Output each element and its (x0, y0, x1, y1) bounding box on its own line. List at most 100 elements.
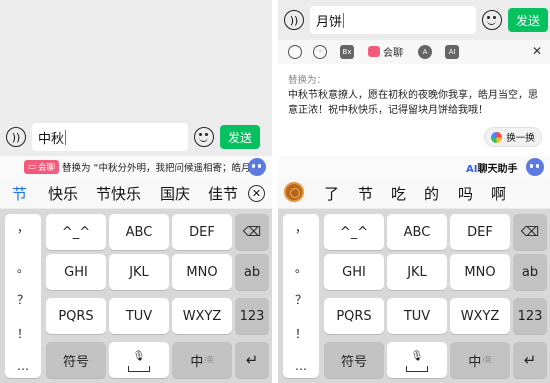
candidate-item[interactable]: 国庆 (160, 183, 190, 204)
card-suggestion[interactable]: 中秋节秋意撩人，愿在初秋的夜晚你我享，皓月当空，思意正浓！祝中秋快乐，记得留块月… (288, 88, 540, 118)
punct-key[interactable]: ， (283, 219, 319, 236)
key-emoticon[interactable]: ^_^ (46, 214, 106, 250)
candidate-item[interactable]: 快乐 (48, 183, 78, 204)
mooncake-emoji-icon[interactable] (284, 182, 304, 202)
candidate-item[interactable]: 吗 (458, 183, 473, 204)
key-abc[interactable]: ABC (109, 214, 169, 250)
smart-reply-strip[interactable]: ▭ 会聊 替换为 “中秋分外明，我把问候遥相寄；皓月当 (0, 156, 272, 178)
punctuation-column[interactable]: ， 。 ？ ！ … (5, 214, 41, 378)
mic-icon: 🎙 (132, 350, 146, 362)
key-wxyz[interactable]: WXYZ (172, 298, 232, 334)
search-icon[interactable] (288, 45, 302, 59)
card-heading: 替换为： (288, 75, 327, 86)
delete-key[interactable]: ⌫ (513, 214, 547, 250)
punct-key[interactable]: … (283, 359, 319, 373)
key-jkl[interactable]: JKL (387, 254, 447, 290)
input-text: 中秋 (38, 131, 65, 147)
left-screen: )) 中秋 发送 ▭ 会聊 替换为 “中秋分外明，我把问候遥相寄；皓月当 节 快乐… (0, 0, 272, 383)
punct-key[interactable]: ？ (283, 291, 319, 308)
punct-key[interactable]: 。 (283, 259, 319, 276)
key-ghi[interactable]: GHI (46, 254, 106, 290)
key-pqrs[interactable]: PQRS (46, 298, 106, 334)
language-switch-key[interactable]: 中/英 (450, 342, 510, 378)
candidate-bar: 节 快乐 节快乐 国庆 佳节 ✕ (0, 178, 272, 208)
chat-icon (368, 46, 380, 57)
message-input[interactable]: 月饼 (310, 6, 476, 34)
ab-key[interactable]: ab (513, 254, 547, 290)
candidate-item[interactable]: 节快乐 (96, 183, 141, 204)
close-toolbar-icon[interactable]: ✕ (532, 44, 542, 58)
candidate-item[interactable]: 节 (12, 183, 27, 204)
ab-key[interactable]: ab (235, 254, 269, 290)
space-icon (128, 366, 150, 372)
voice-icon[interactable]: )) (6, 127, 26, 147)
keyboard: ， 。 ？ ！ … ^_^ ABC DEF ⌫ GHI JKL MNO ab P… (278, 209, 550, 383)
emoji-icon[interactable] (482, 10, 502, 30)
candidate-item[interactable]: 节 (358, 183, 373, 204)
candidate-item[interactable]: 了 (324, 183, 339, 204)
key-wxyz[interactable]: WXYZ (450, 298, 510, 334)
mic-icon: 🎙 (410, 350, 424, 362)
symbol-key[interactable]: 符号 (46, 342, 106, 378)
huiliao-tab[interactable]: 会聊 (368, 44, 403, 59)
a-icon[interactable]: A (418, 45, 432, 59)
refresh-button[interactable]: 换一换 (484, 127, 542, 147)
return-icon: ↵ (245, 351, 259, 369)
key-mno[interactable]: MNO (172, 254, 232, 290)
key-mno[interactable]: MNO (450, 254, 510, 290)
key-tuv[interactable]: TUV (387, 298, 447, 334)
ime-toolbar: · Bx 会聊 A AI ✕ (278, 40, 550, 64)
punct-key[interactable]: … (5, 359, 41, 373)
symbol-key[interactable]: 符号 (324, 342, 384, 378)
ai-icon[interactable]: AI (445, 45, 459, 59)
punct-key[interactable]: ， (5, 219, 41, 236)
key-abc[interactable]: ABC (387, 214, 447, 250)
number-key[interactable]: 123 (235, 298, 269, 334)
candidate-item[interactable]: 的 (424, 183, 439, 204)
key-pqrs[interactable]: PQRS (324, 298, 384, 334)
candidate-bar: 了 节 吃 的 吗 啊 (278, 178, 550, 208)
key-tuv[interactable]: TUV (109, 298, 169, 334)
punctuation-column[interactable]: ， 。 ？ ！ … (283, 214, 319, 378)
number-key[interactable]: 123 (513, 298, 547, 334)
delete-key[interactable]: ⌫ (235, 214, 269, 250)
language-switch-key[interactable]: 中/英 (172, 342, 232, 378)
huiliao-tag: ▭ 会聊 (24, 160, 60, 174)
chat-input-bar: )) 中秋 发送 (0, 120, 272, 154)
enter-key[interactable]: ↵ (235, 342, 269, 378)
send-button[interactable]: 发送 (220, 125, 260, 149)
send-button[interactable]: 发送 (508, 8, 548, 32)
punct-key[interactable]: ？ (5, 291, 41, 308)
candidate-item[interactable]: 啊 (491, 183, 506, 204)
key-jkl[interactable]: JKL (109, 254, 169, 290)
key-emoticon[interactable]: ^_^ (324, 214, 384, 250)
pinwheel-icon (491, 131, 503, 143)
punct-key[interactable]: ！ (5, 325, 41, 342)
collapse-candidates-icon[interactable]: ✕ (248, 185, 265, 202)
mascot-icon[interactable] (248, 158, 266, 176)
emoji-icon[interactable]: · (313, 45, 327, 59)
key-def[interactable]: DEF (172, 214, 232, 250)
chat-input-bar: )) 月饼 发送 (278, 3, 550, 37)
bubble-icon[interactable]: Bx (340, 45, 354, 59)
candidate-item[interactable]: 佳节 (208, 183, 238, 204)
ai-helper-link[interactable]: AI聊天助手 (466, 160, 517, 175)
mascot-icon[interactable] (526, 158, 544, 176)
space-key[interactable]: 🎙 (387, 342, 447, 378)
punct-key[interactable]: ！ (283, 325, 319, 342)
enter-key[interactable]: ↵ (513, 342, 547, 378)
voice-icon[interactable]: )) (284, 10, 304, 30)
backspace-icon: ⌫ (520, 224, 540, 240)
message-input[interactable]: 中秋 (32, 123, 188, 151)
emoji-icon[interactable] (194, 127, 214, 147)
punct-key[interactable]: 。 (5, 259, 41, 276)
space-icon (406, 366, 428, 372)
candidate-item[interactable]: 吃 (391, 183, 406, 204)
rewrite-card: 替换为： 中秋节秋意撩人，愿在初秋的夜晚你我享，皓月当空，思意正浓！祝中秋快乐，… (278, 64, 550, 156)
key-ghi[interactable]: GHI (324, 254, 384, 290)
backspace-icon: ⌫ (242, 224, 262, 240)
ai-helper-strip: AI聊天助手 (278, 156, 550, 178)
space-key[interactable]: 🎙 (109, 342, 169, 378)
keyboard: ， 。 ？ ！ … ^_^ ABC DEF ⌫ GHI JKL MNO ab P… (0, 209, 272, 383)
key-def[interactable]: DEF (450, 214, 510, 250)
